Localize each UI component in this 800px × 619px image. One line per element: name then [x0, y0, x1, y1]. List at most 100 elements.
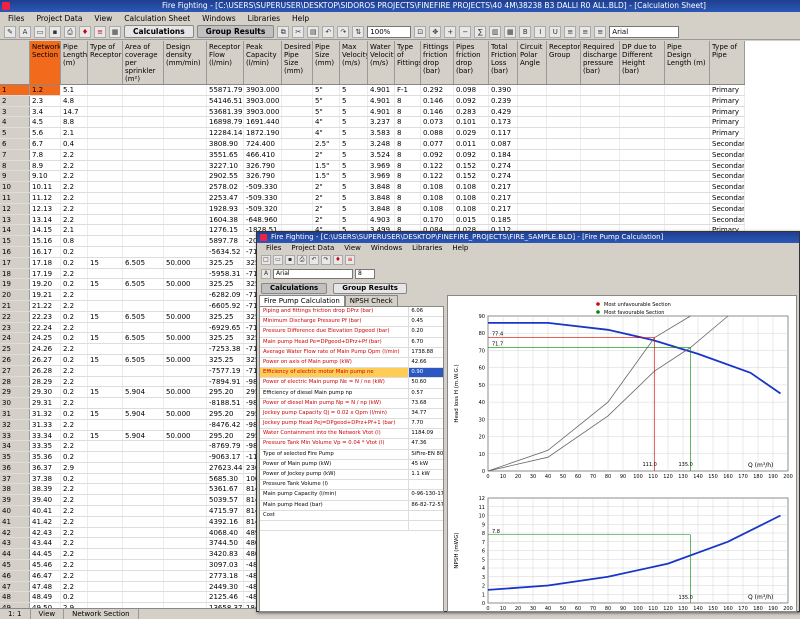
table-cell[interactable]: 7.8 [30, 149, 61, 160]
table-cell[interactable]: 50.000 [164, 430, 207, 441]
column-header[interactable] [0, 41, 30, 84]
table-cell[interactable]: 15 [88, 354, 123, 365]
table-cell[interactable]: 15 [88, 279, 123, 290]
table-cell[interactable] [88, 171, 123, 182]
table-cell[interactable] [88, 398, 123, 408]
table-cell[interactable] [164, 549, 207, 560]
table-cell[interactable] [581, 85, 620, 95]
table-cell[interactable]: Secondary [710, 182, 745, 192]
child-font-size[interactable]: 8 [355, 269, 375, 279]
table-cell[interactable] [123, 171, 164, 182]
table-row[interactable]: 8 8.9 2.2 3227.10 326.790 1.5" 5 3.969 8 0.122 0.1… [0, 160, 745, 172]
table-cell[interactable] [518, 214, 547, 225]
table-cell[interactable]: 5 [340, 203, 368, 214]
param-value[interactable]: 0-96-130-175 m3/h [408, 490, 443, 500]
table-cell[interactable]: 5 [340, 128, 368, 138]
table-cell[interactable] [164, 506, 207, 516]
table-cell[interactable]: 50.000 [164, 408, 207, 419]
table-cell[interactable]: 1604.38 [207, 214, 244, 225]
param-value[interactable]: 6.06 [408, 307, 443, 317]
table-cell[interactable] [88, 452, 123, 462]
table-cell[interactable]: 38.39 [30, 484, 61, 495]
column-header[interactable]: Pipes friction drop (bar) [454, 41, 489, 84]
table-cell[interactable]: 12.13 [30, 203, 61, 214]
table-cell[interactable] [164, 192, 207, 203]
table-row[interactable]: 2 2.3 4.8 54146.51 3903.000 5" 5 4.901 8 0.146 0.0… [0, 95, 745, 107]
param-value[interactable]: 7.70 [408, 419, 443, 429]
table-cell[interactable] [518, 85, 547, 95]
table-cell[interactable]: Secondary [710, 203, 745, 214]
table-cell[interactable]: 326.790 [244, 171, 282, 182]
zoom-select[interactable]: 100% [367, 25, 412, 38]
table-cell[interactable] [620, 203, 665, 214]
table-cell[interactable]: 3227.10 [207, 160, 244, 171]
paste-icon[interactable]: ▤ [307, 25, 320, 38]
table-cell[interactable] [620, 171, 665, 182]
table-cell[interactable]: -5634.52 [207, 246, 244, 257]
table-cell[interactable]: 3.969 [368, 160, 395, 171]
table-cell[interactable]: 22.23 [30, 311, 61, 322]
text-icon[interactable]: A [19, 25, 31, 38]
child-menu-libraries[interactable]: Libraries [407, 243, 447, 253]
table-cell[interactable]: 0.077 [421, 138, 454, 149]
undo-icon[interactable]: ↶ [322, 25, 335, 38]
undo-icon[interactable]: ↶ [309, 255, 319, 265]
table-cell[interactable] [123, 268, 164, 279]
table-cell[interactable] [88, 495, 123, 506]
table-cell[interactable]: 0.2 [61, 592, 88, 603]
table-cell[interactable]: 0.073 [421, 117, 454, 128]
param-value[interactable]: 34.77 [408, 408, 443, 419]
scale-icon[interactable]: ≡ [345, 255, 355, 265]
table-cell[interactable]: 4" [313, 128, 340, 138]
table-cell[interactable] [581, 192, 620, 203]
table-cell[interactable] [123, 452, 164, 462]
scale-icon[interactable]: ≡ [94, 25, 106, 38]
table-cell[interactable]: 3.969 [368, 171, 395, 182]
table-cell[interactable]: 3.248 [368, 138, 395, 149]
table-cell[interactable] [164, 462, 207, 473]
param-value[interactable]: 45 kW [408, 459, 443, 469]
table-cell[interactable]: 8.9 [30, 160, 61, 171]
table-cell[interactable] [665, 128, 710, 138]
table-cell[interactable] [547, 106, 581, 117]
table-cell[interactable] [620, 95, 665, 106]
column-header[interactable]: Receptor Flow (l/min) [207, 41, 244, 84]
child-menu-windows[interactable]: Windows [366, 243, 407, 253]
calc-icon[interactable]: ∑ [474, 25, 487, 38]
table-cell[interactable]: 3808.90 [207, 138, 244, 149]
table-cell[interactable] [123, 570, 164, 581]
table-cell[interactable] [123, 365, 164, 376]
table-cell[interactable] [88, 581, 123, 592]
table-cell[interactable] [547, 149, 581, 160]
table-cell[interactable]: 1.5" [313, 171, 340, 182]
table-cell[interactable] [620, 106, 665, 117]
table-cell[interactable] [518, 160, 547, 171]
table-cell[interactable] [164, 171, 207, 182]
table-cell[interactable]: 0.146 [421, 95, 454, 106]
column-header[interactable]: DP due to Different Height (bar) [620, 41, 665, 84]
table-cell[interactable]: -9063.17 [207, 452, 244, 462]
table-cell[interactable]: -5958.31 [207, 268, 244, 279]
table-cell[interactable] [123, 462, 164, 473]
table-cell[interactable]: 2" [313, 214, 340, 225]
table-cell[interactable] [282, 138, 313, 149]
param-value[interactable]: 42.66 [408, 357, 443, 368]
table-cell[interactable]: 3.848 [368, 203, 395, 214]
table-cell[interactable] [164, 365, 207, 376]
table-cell[interactable]: 15 [88, 408, 123, 419]
table-cell[interactable]: -8476.42 [207, 419, 244, 430]
table-cell[interactable] [547, 128, 581, 138]
table-cell[interactable] [282, 95, 313, 106]
table-cell[interactable]: Primary [710, 106, 745, 117]
open-icon[interactable]: ▭ [273, 255, 283, 265]
table-cell[interactable] [164, 246, 207, 257]
table-cell[interactable] [581, 203, 620, 214]
column-header[interactable]: Desired Pipe Size (mm) [282, 41, 313, 84]
table-cell[interactable] [123, 592, 164, 603]
table-cell[interactable]: 2.2 [61, 149, 88, 160]
table-cell[interactable]: 0.2 [61, 246, 88, 257]
table-cell[interactable] [88, 484, 123, 495]
table-cell[interactable] [123, 192, 164, 203]
param-value[interactable]: 6.70 [408, 337, 443, 347]
table-cell[interactable]: 1928.93 [207, 203, 244, 214]
